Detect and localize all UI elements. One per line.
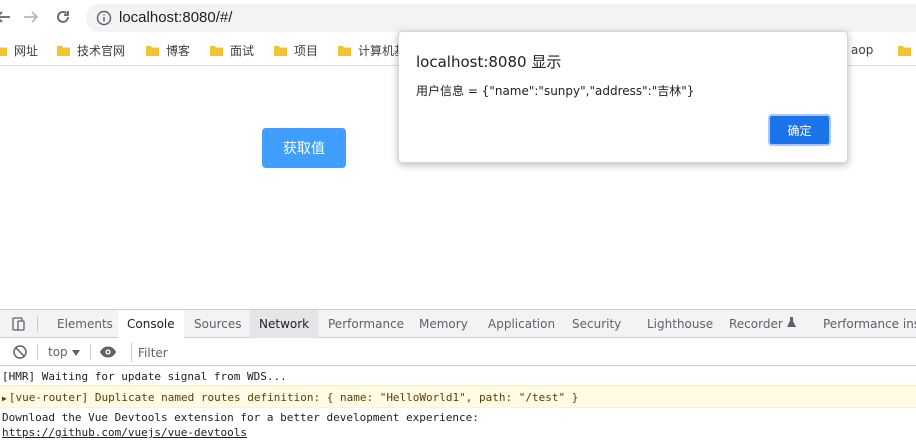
folder-icon <box>274 44 287 57</box>
folder-icon <box>338 44 351 57</box>
tab-sources[interactable]: Sources <box>185 310 250 338</box>
bookmark-label: 网址 <box>14 43 39 58</box>
bookmark-folder[interactable]: 博客 <box>146 41 190 59</box>
console-toolbar: top <box>0 339 916 366</box>
console-warning: ▶ [vue-router] Duplicate named routes def… <box>0 386 916 408</box>
console-filter-input[interactable] <box>131 343 431 362</box>
tab-network[interactable]: Network <box>250 310 319 338</box>
folder-icon <box>210 44 223 57</box>
folder-icon <box>146 44 159 57</box>
tab-performance-insights[interactable]: Performance insig <box>814 310 916 338</box>
site-info-icon[interactable] <box>96 10 112 26</box>
eye-icon[interactable] <box>99 343 117 361</box>
folder-icon <box>0 44 7 57</box>
tab-elements[interactable]: Elements <box>48 310 122 338</box>
bookmark-item[interactable]: aop <box>851 41 873 59</box>
tab-memory[interactable]: Memory <box>410 310 477 338</box>
bookmark-folder[interactable]: 网址 <box>0 41 38 59</box>
bookmark-label: aop <box>851 43 874 57</box>
dialog-message: 用户信息 = {"name":"sunpy","address":"吉林"} <box>416 84 695 98</box>
bookmark-folder[interactable]: 技术官网 <box>57 41 125 59</box>
console-message: [HMR] Waiting for update signal from WDS… <box>0 367 916 386</box>
folder-icon <box>57 44 70 57</box>
flask-icon <box>786 317 796 331</box>
dialog-ok-button[interactable]: 确定 <box>768 114 831 146</box>
tab-lighthouse[interactable]: Lighthouse <box>638 310 722 338</box>
toolbar-separator <box>37 344 38 360</box>
back-arrow-icon[interactable] <box>0 6 14 28</box>
dialog-title: localhost:8080 显示 <box>416 53 562 71</box>
context-selector[interactable]: top <box>48 345 80 359</box>
tabbar-separator <box>37 316 38 332</box>
alert-dialog: localhost:8080 显示 用户信息 = {"name":"sunpy"… <box>398 31 848 163</box>
tab-security[interactable]: Security <box>563 310 630 338</box>
console-warning-text: [vue-router] Duplicate named routes defi… <box>8 391 579 404</box>
expand-triangle-icon[interactable]: ▶ <box>2 394 7 403</box>
bookmark-label: 博客 <box>166 43 191 58</box>
devtools-panel: Elements Console Sources Network Perform… <box>0 309 916 443</box>
toolbar-separator <box>90 344 91 360</box>
reload-icon[interactable] <box>52 6 74 28</box>
folder-icon <box>898 44 911 57</box>
dropdown-arrow-icon <box>71 345 80 359</box>
bookmark-label: 面试 <box>230 43 255 58</box>
bookmark-folder[interactable]: 项目 <box>274 41 318 59</box>
forward-arrow-icon[interactable] <box>20 6 42 28</box>
console-message: Download the Vue Devtools extension for … <box>0 409 916 441</box>
tab-recorder[interactable]: Recorder <box>720 310 805 338</box>
context-label: top <box>48 345 68 359</box>
get-value-button[interactable]: 获取值 <box>262 128 346 168</box>
tab-application[interactable]: Application <box>479 310 564 338</box>
device-toolbar-icon[interactable] <box>10 315 28 333</box>
address-bar[interactable]: localhost:8080/#/ <box>86 4 916 32</box>
vue-devtools-link[interactable]: https://github.com/vuejs/vue-devtools <box>2 426 247 439</box>
bookmark-folder[interactable] <box>898 41 911 59</box>
bookmark-folder[interactable]: 计算机基 <box>338 41 406 59</box>
bookmark-label: 项目 <box>294 43 319 58</box>
bookmark-folder[interactable]: 面试 <box>210 41 254 59</box>
bookmark-label: 技术官网 <box>77 43 126 58</box>
clear-console-icon[interactable] <box>11 343 29 361</box>
tab-recorder-label: Recorder <box>729 317 783 331</box>
tab-performance[interactable]: Performance <box>319 310 413 338</box>
devtools-tabbar: Elements Console Sources Network Perform… <box>0 310 916 338</box>
url-text: localhost:8080/#/ <box>119 9 233 26</box>
browser-toolbar: localhost:8080/#/ <box>0 0 916 34</box>
tab-console[interactable]: Console <box>118 310 184 338</box>
console-devtools-text: Download the Vue Devtools extension for … <box>2 411 479 424</box>
